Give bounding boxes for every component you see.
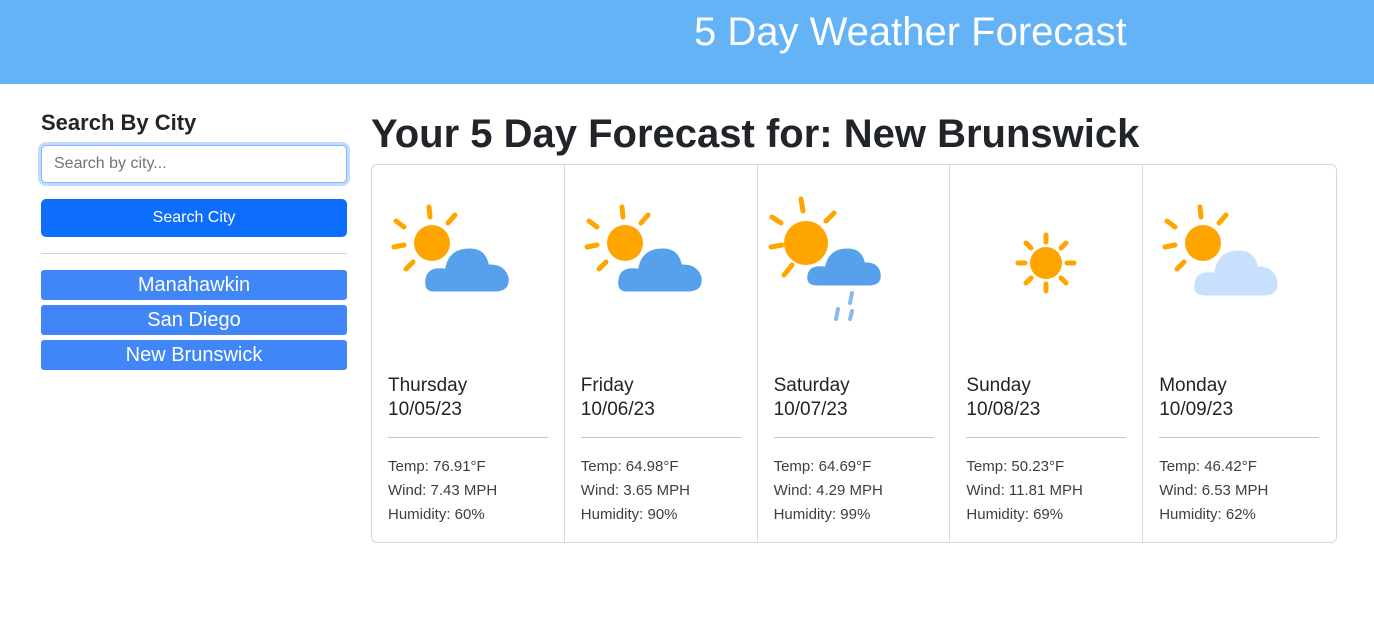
- forecast-humidity: Humidity: 60%: [388, 506, 485, 523]
- forecast-wind: Wind: 6.53 MPH: [1159, 482, 1269, 499]
- page-header: 5 Day Weather Forecast: [0, 0, 1374, 84]
- forecast-date: 10/07/23: [773, 399, 848, 420]
- forecast-wind: Wind: 3.65 MPH: [580, 482, 691, 499]
- forecast-date: 10/06/23: [580, 399, 655, 420]
- forecast-day-card: Monday 10/09/23 Temp: 46.42°F Wind: 6.53…: [1143, 165, 1336, 542]
- forecast-temp: Temp: 64.98°F: [580, 458, 679, 475]
- partly-cloudy-icon: [584, 204, 705, 295]
- forecast-day-name: Friday: [580, 375, 634, 396]
- forecast-wind: Wind: 11.81 MPH: [966, 482, 1083, 499]
- forecast-humidity: Humidity: 90%: [580, 506, 678, 523]
- sun-icon: [1015, 232, 1077, 294]
- forecast-day-name: Sunday: [966, 375, 1031, 396]
- page-title: 5 Day Weather Forecast: [694, 10, 1127, 54]
- forecast-temp: Temp: 64.69°F: [773, 458, 872, 475]
- partly-cloudy-icon: [391, 204, 512, 295]
- search-heading: Search By City: [41, 110, 197, 135]
- forecast-temp: Temp: 46.42°F: [1159, 458, 1257, 475]
- search-history-list: Manahawkin San Diego New Brunswick: [41, 270, 347, 375]
- forecast-day-card: Friday 10/06/23 Temp: 64.98°F Wind: 3.65…: [565, 165, 758, 542]
- forecast-date: 10/08/23: [966, 399, 1041, 420]
- light-cloud-icon: [1162, 204, 1281, 299]
- forecast-date: 10/05/23: [388, 399, 462, 420]
- forecast-temp: Temp: 76.91°F: [388, 458, 486, 475]
- history-city-button[interactable]: Manahawkin: [41, 270, 347, 300]
- forecast-wind: Wind: 4.29 MPH: [773, 482, 883, 499]
- forecast-day-name: Monday: [1159, 375, 1227, 396]
- forecast-title: Your 5 Day Forecast for: New Brunswick: [371, 112, 1140, 156]
- forecast-humidity: Humidity: 62%: [1159, 506, 1256, 523]
- forecast-day-card: Sunday 10/08/23 Temp: 50.23°F Wind: 11.8…: [950, 165, 1144, 542]
- forecast-date: 10/09/23: [1159, 399, 1234, 420]
- history-city-button[interactable]: San Diego: [41, 305, 347, 335]
- forecast-humidity: Humidity: 69%: [966, 506, 1064, 523]
- search-city-button[interactable]: Search City: [41, 199, 347, 237]
- sidebar-divider: [41, 253, 347, 254]
- forecast-day-name: Saturday: [773, 375, 850, 396]
- card-divider: [580, 437, 741, 438]
- forecast-day-card: Thursday 10/05/23 Temp: 76.91°F Wind: 7.…: [372, 165, 565, 542]
- forecast-day-card: Saturday 10/07/23 Temp: 64.69°F Wind: 4.…: [758, 165, 951, 542]
- forecast-wind: Wind: 7.43 MPH: [388, 482, 498, 499]
- card-divider: [966, 437, 1127, 438]
- forecast-cards: Thursday 10/05/23 Temp: 76.91°F Wind: 7.…: [371, 164, 1337, 543]
- card-divider: [1159, 437, 1320, 438]
- search-input[interactable]: [41, 145, 347, 183]
- forecast-humidity: Humidity: 99%: [773, 506, 871, 523]
- card-divider: [388, 437, 548, 438]
- sun-rain-icon: [768, 196, 884, 321]
- card-divider: [773, 437, 934, 438]
- forecast-day-name: Thursday: [388, 375, 468, 396]
- forecast-temp: Temp: 50.23°F: [966, 458, 1065, 475]
- history-city-button[interactable]: New Brunswick: [41, 340, 347, 370]
